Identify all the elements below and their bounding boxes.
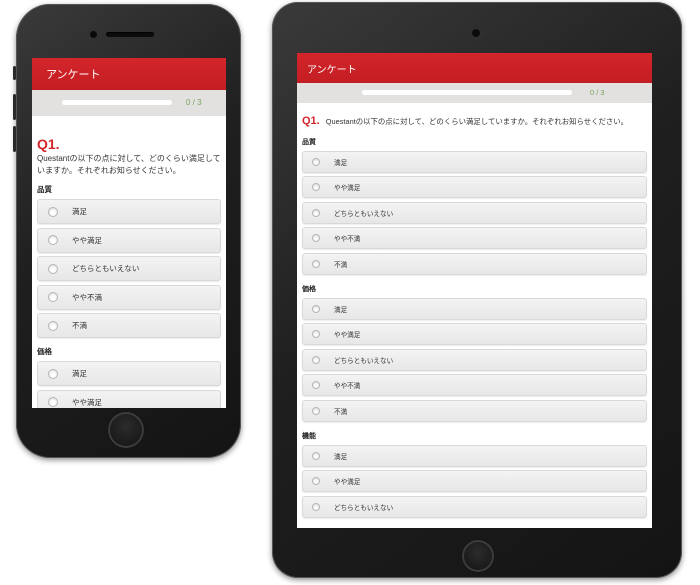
radio-option-label: 満足 [72,207,87,217]
phone-home-button[interactable] [108,412,144,448]
tablet-home-button[interactable] [462,540,494,572]
radio-option-label: 不満 [72,321,87,331]
radio-circle-icon[interactable] [312,406,320,415]
radio-option-label: やや満足 [334,479,361,487]
progress-bar [362,90,572,95]
radio-option-label: 満足 [334,453,348,461]
radio-circle-icon[interactable] [312,355,320,364]
radio-option[interactable]: どちらともいえない [302,495,647,518]
question-header: Q1. Questantの以下の点に対して、どのくらい満足していますか。それぞれ… [37,136,221,176]
radio-circle-icon[interactable] [48,235,58,246]
radio-circle-icon[interactable] [48,206,58,217]
radio-option-label: どちらともいえない [72,264,140,274]
radio-circle-icon[interactable] [312,502,320,511]
radio-circle-icon[interactable] [312,234,320,243]
radio-circle-icon[interactable] [48,263,58,274]
radio-option-label: 満足 [334,306,348,314]
radio-option[interactable]: やや満足 [37,389,221,408]
radio-option-label: 満足 [334,159,348,167]
radio-circle-icon[interactable] [312,259,320,268]
progress-count: 0 / 3 [186,98,202,107]
phone-speaker [106,32,154,37]
progress-bar [62,100,172,105]
tablet-survey-content: Q1. Questantの以下の点に対して、どのくらい満足していますか。それぞれ… [297,103,652,518]
radio-option[interactable]: 満足 [37,199,221,225]
radio-option[interactable]: 満足 [302,150,647,173]
radio-option[interactable]: 不満 [37,313,221,339]
smartphone-device: アンケート 0 / 3 Q1. Questantの以下の点に対して、どのくらい満… [13,4,241,458]
radio-circle-icon[interactable] [312,451,320,460]
radio-circle-icon[interactable] [312,157,320,166]
question-text: Questantの以下の点に対して、どのくらい満足していますか。それぞれお知らせ… [325,117,629,126]
question-header: Q1. Questantの以下の点に対して、どのくらい満足していますか。それぞれ… [302,115,647,128]
question-text: Questantの以下の点に対して、どのくらい満足していますか。それぞれお知らせ… [37,154,221,175]
radio-option[interactable]: やや不満 [302,227,647,250]
radio-option[interactable]: やや不満 [37,284,221,310]
radio-circle-icon[interactable] [48,320,58,331]
tablet-screen: アンケート 0 / 3 Q1. Questantの以下の点に対して、どのくらい満… [297,53,652,528]
progress-count: 0 / 3 [590,88,605,97]
radio-option-label: やや満足 [334,185,361,193]
radio-circle-icon[interactable] [312,477,320,486]
radio-option[interactable]: どちらともいえない [302,348,647,371]
radio-option[interactable]: やや満足 [302,470,647,493]
tablet-sections: 品質 満足 やや満足 どちらともいえない やや不満 不満 価格 満足 やや満足 どちらともいえない… [302,137,647,518]
radio-option[interactable]: やや満足 [302,176,647,199]
phone-progress-area: 0 / 3 [32,90,226,116]
section-label: 価格 [302,285,316,293]
radio-option-label: やや満足 [72,235,102,245]
radio-option-label: どちらともいえない [334,210,394,218]
radio-option[interactable]: 満足 [37,361,221,387]
radio-circle-icon[interactable] [312,381,320,390]
phone-screen: アンケート 0 / 3 Q1. Questantの以下の点に対して、どのくらい満… [32,58,226,408]
phone-volume-down-button [13,126,16,152]
phone-sections: 品質満足やや満足どちらともいえないやや不満不満価格満足やや満足どちらともいえない… [37,184,221,408]
radio-option-label: 不満 [334,408,348,416]
phone-volume-up-button [13,94,16,120]
radio-option-label: やや不満 [334,383,361,391]
phone-mute-switch [13,66,16,80]
radio-option[interactable]: やや不満 [302,374,647,397]
tablet-camera-icon [472,29,480,37]
section-label: 機能 [302,432,316,440]
radio-option[interactable]: どちらともいえない [37,256,221,282]
question-number: Q1. [37,136,60,152]
radio-option[interactable]: 不満 [302,252,647,275]
radio-option-label: どちらともいえない [334,504,394,512]
radio-option-label: やや不満 [334,236,361,244]
radio-option-label: 不満 [334,261,348,269]
radio-option[interactable]: 満足 [302,444,647,467]
radio-circle-icon[interactable] [312,330,320,339]
survey-title: アンケート [46,69,101,81]
tablet-progress-area: 0 / 3 [297,83,652,103]
radio-circle-icon[interactable] [312,304,320,313]
phone-survey-content: Q1. Questantの以下の点に対して、どのくらい満足していますか。それぞれ… [32,116,226,408]
survey-title: アンケート [307,64,357,76]
section-label: 価格 [37,347,52,357]
radio-option-label: やや満足 [72,397,102,407]
radio-option-label: 満足 [72,369,87,379]
radio-circle-icon[interactable] [48,292,58,303]
tablet-device: アンケート 0 / 3 Q1. Questantの以下の点に対して、どのくらい満… [272,2,682,578]
phone-camera-icon [90,31,97,38]
radio-circle-icon[interactable] [48,397,58,408]
radio-circle-icon[interactable] [312,183,320,192]
radio-option[interactable]: 満足 [302,297,647,320]
radio-option-label: やや不満 [72,292,102,302]
tablet-header-bar: アンケート [297,53,652,83]
radio-option[interactable]: やや満足 [302,323,647,346]
radio-option[interactable]: 不満 [302,399,647,422]
radio-circle-icon[interactable] [312,208,320,217]
radio-option-label: どちらともいえない [334,357,394,365]
radio-option[interactable]: どちらともいえない [302,201,647,224]
radio-option[interactable]: やや満足 [37,227,221,253]
radio-option-label: やや満足 [334,332,361,340]
radio-circle-icon[interactable] [48,368,58,379]
section-label: 品質 [302,138,316,146]
question-number: Q1. [302,115,320,127]
section-label: 品質 [37,185,52,195]
phone-header-bar: アンケート [32,58,226,90]
